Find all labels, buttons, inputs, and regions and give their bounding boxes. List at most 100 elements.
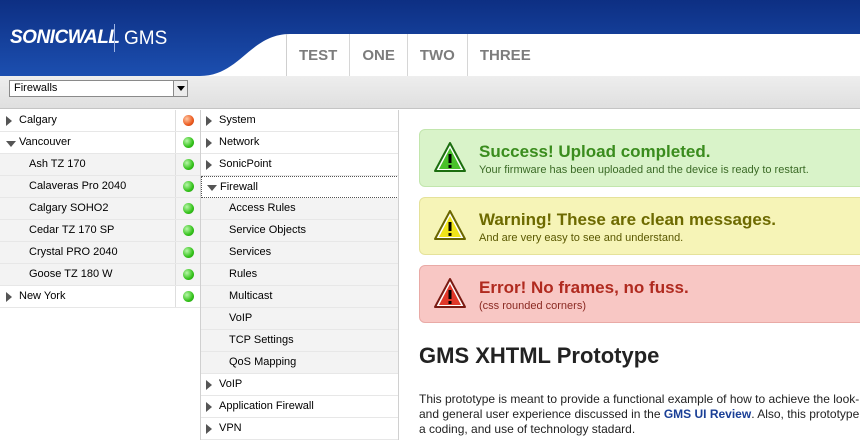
menu-label: SonicPoint [219,158,272,170]
paragraph-line: a coding, and use of technology stadard. [419,422,636,436]
submenu-label: Services [229,246,272,258]
device-label: Crystal PRO 2040 [29,246,118,258]
device-item[interactable]: Calaveras Pro 2040 [0,176,200,198]
status-green-icon [183,181,194,192]
warning-message: Warning! These are clean messages. And a… [419,197,860,255]
submenu-label: VoIP [229,312,253,324]
submenu-label: TCP Settings [229,334,294,346]
warning-triangle-icon [434,278,466,308]
top-tabs: TEST ONE TWO THREE [286,34,543,76]
chevron-down-icon[interactable] [173,81,187,96]
tab-two[interactable]: TWO [406,34,467,76]
submenu-item[interactable]: VoIP [201,308,399,330]
device-item[interactable]: Cedar TZ 170 SP [0,220,200,242]
device-group-label: Calgary [19,114,57,126]
submenu-label: Multicast [229,290,273,302]
device-label: Ash TZ 170 [29,158,86,170]
device-tree: Calgary Vancouver Ash TZ 170 Calaveras P… [0,110,200,308]
warning-triangle-icon [434,210,466,240]
device-group-new-york[interactable]: New York [0,286,200,308]
warning-title: Warning! These are clean messages. [479,210,776,229]
menu-label: VoIP [219,378,243,390]
navigation-menu: System Network SonicPoint Firewall Acces… [201,110,399,440]
error-title: Error! No frames, no fuss. [479,278,689,297]
success-message: Success! Upload completed. Your firmware… [419,129,860,187]
menu-item-network[interactable]: Network [201,132,399,154]
expand-arrow-icon[interactable] [206,160,212,170]
paragraph-line: and general user experience discussed in… [419,407,860,422]
device-item[interactable]: Crystal PRO 2040 [0,242,200,264]
status-green-icon [183,269,194,280]
app-header: SONICWALL GMS TEST ONE TWO THREE [0,0,860,76]
expand-arrow-icon[interactable] [6,292,12,302]
expand-arrow-icon[interactable] [206,380,212,390]
tab-test[interactable]: TEST [286,34,349,76]
collapse-arrow-icon[interactable] [207,185,217,191]
submenu-label: Service Objects [229,224,307,236]
success-text: Your firmware has been uploaded and the … [479,164,809,176]
paragraph-text: . Also, this prototype [751,407,860,421]
menu-item-sonicpoint[interactable]: SonicPoint [201,154,399,176]
product-name: GMS [124,28,168,49]
device-item[interactable]: Ash TZ 170 [0,154,200,176]
submenu-item[interactable]: Service Objects [201,220,399,242]
view-select[interactable]: Firewalls [9,80,188,97]
menu-label: Network [219,136,260,148]
status-red-icon [183,115,194,126]
device-label: Cedar TZ 170 SP [29,224,115,236]
device-group-label: Vancouver [19,136,71,148]
menu-label: VPN [219,422,242,434]
status-green-icon [183,291,194,302]
menu-item-application-firewall[interactable]: Application Firewall [201,396,399,418]
status-green-icon [183,203,194,214]
submenu-label: QoS Mapping [229,356,297,368]
device-group-label: New York [19,290,66,302]
menu-label: Application Firewall [219,400,314,412]
column-divider [398,110,399,440]
menu-label: System [219,114,256,126]
device-label: Calgary SOHO2 [29,202,109,214]
device-item[interactable]: Calgary SOHO2 [0,198,200,220]
tab-one[interactable]: ONE [349,34,407,76]
tab-three[interactable]: THREE [466,34,543,76]
error-message: Error! No frames, no fuss. (css rounded … [419,265,860,323]
menu-label: Firewall [220,181,258,193]
status-green-icon [183,137,194,148]
sonicwall-logo[interactable]: SONICWALL [10,27,120,49]
menu-item-firewall[interactable]: Firewall [201,176,399,198]
paragraph-line: This prototype is meant to provide a fun… [419,392,860,406]
menu-item-system[interactable]: System [201,110,399,132]
submenu-item[interactable]: TCP Settings [201,330,399,352]
submenu-label: Access Rules [229,202,296,214]
submenu-item[interactable]: QoS Mapping [201,352,399,374]
device-item[interactable]: Goose TZ 180 W [0,264,200,286]
logo-divider [114,24,115,52]
expand-arrow-icon[interactable] [206,116,212,126]
page-title: GMS XHTML Prototype [419,343,660,368]
submenu-label: Rules [229,268,258,280]
intro-paragraph: This prototype is meant to provide a fun… [419,392,860,437]
error-text: (css rounded corners) [479,300,586,312]
status-green-icon [183,225,194,236]
device-group-vancouver[interactable]: Vancouver [0,132,200,154]
menu-item-vpn[interactable]: VPN [201,418,399,440]
toolbar: Firewalls [0,76,860,109]
expand-arrow-icon[interactable] [206,402,212,412]
success-title: Success! Upload completed. [479,142,711,161]
expand-arrow-icon[interactable] [6,116,12,126]
device-label: Goose TZ 180 W [29,268,113,280]
status-green-icon [183,247,194,258]
expand-arrow-icon[interactable] [206,138,212,148]
collapse-arrow-icon[interactable] [6,141,16,147]
submenu-item[interactable]: Multicast [201,286,399,308]
submenu-item[interactable]: Rules [201,264,399,286]
status-green-icon [183,159,194,170]
gms-ui-review-link[interactable]: GMS UI Review [664,407,751,421]
warning-text: And are very easy to see and understand. [479,232,684,244]
expand-arrow-icon[interactable] [206,424,212,434]
device-group-calgary[interactable]: Calgary [0,110,200,132]
device-label: Calaveras Pro 2040 [29,180,127,192]
submenu-item[interactable]: Services [201,242,399,264]
submenu-item[interactable]: Access Rules [201,198,399,220]
menu-item-voip[interactable]: VoIP [201,374,399,396]
